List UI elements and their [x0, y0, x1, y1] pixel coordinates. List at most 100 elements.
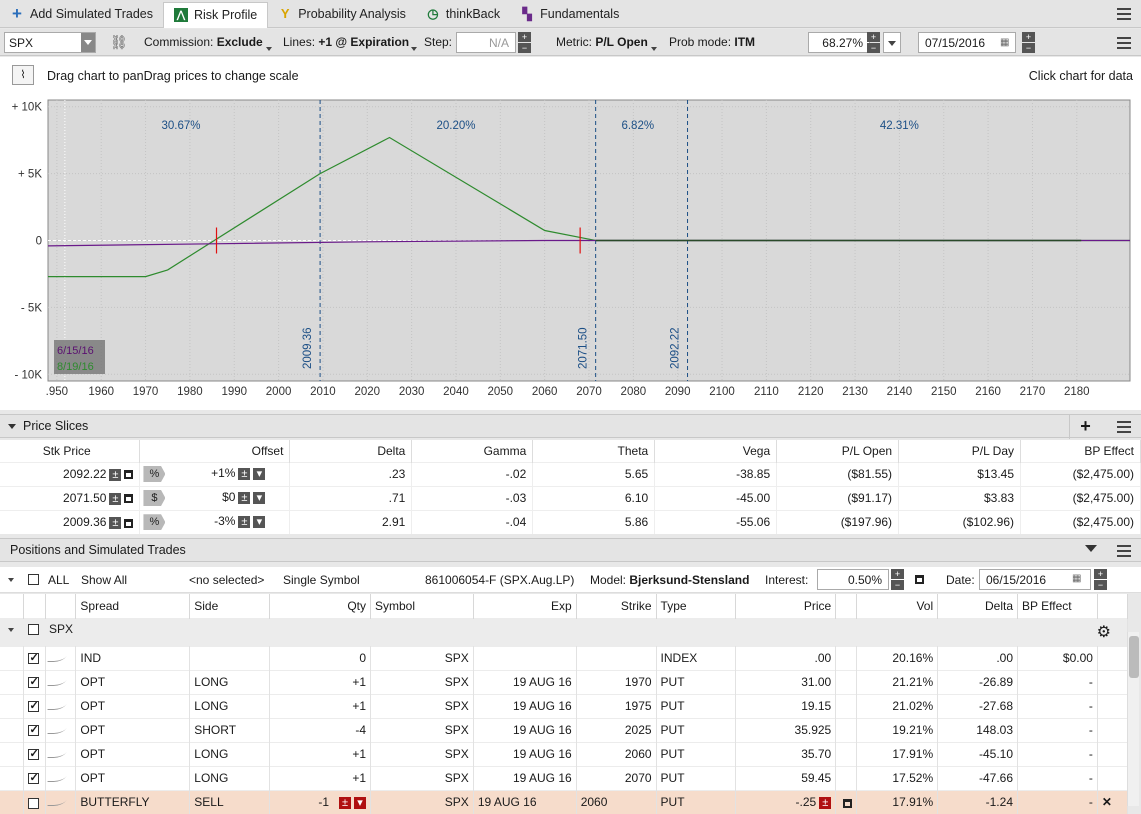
position-row[interactable]: OPTLONG+1SPX19 AUG 161975PUT19.1521.02%-… — [0, 693, 1129, 718]
collapse-icon[interactable] — [1085, 545, 1097, 552]
calendar-icon[interactable]: ▦ — [1000, 37, 1009, 48]
stock-price[interactable]: 2009.36 — [63, 515, 106, 529]
price-cell[interactable]: -.25 ± — [735, 789, 837, 814]
scrollbar-thumb[interactable] — [1129, 636, 1139, 678]
model-setting[interactable]: Model: Bjerksund-Stensland — [590, 573, 749, 587]
column-header[interactable]: Spread — [75, 594, 191, 618]
lock-icon[interactable] — [124, 518, 134, 528]
price-spinner[interactable]: ± — [109, 468, 122, 481]
price-spinner[interactable]: ± — [819, 797, 832, 810]
column-header[interactable]: BP Effect — [1020, 440, 1141, 462]
interest-spinner[interactable]: + − — [891, 569, 904, 590]
lines-setting[interactable]: Lines: +1 @ Expiration — [283, 35, 409, 49]
metric-setting[interactable]: Metric: P/L Open — [556, 35, 648, 49]
column-header[interactable]: Vol — [856, 594, 939, 618]
offset-mode-toggle[interactable]: $ — [143, 490, 166, 506]
column-header[interactable]: Qty — [269, 594, 371, 618]
step-input[interactable]: N/A — [456, 32, 516, 53]
row-checkbox[interactable] — [28, 771, 40, 785]
qty-spinner[interactable]: ± — [339, 797, 351, 810]
positions-header[interactable]: Positions and Simulated Trades — [0, 538, 1141, 562]
group-checkbox[interactable] — [28, 624, 39, 636]
add-slice-icon[interactable]: + — [1069, 415, 1101, 439]
step-spinner[interactable]: + − — [518, 32, 531, 53]
tab-thinkback[interactable]: ◷ thinkBack — [416, 0, 510, 28]
offset-value[interactable]: $0 — [165, 490, 235, 504]
account-selector[interactable]: 861006054-F (SPX.Aug.LP) — [425, 573, 574, 587]
position-row[interactable]: OPTLONG+1SPX19 AUG 162060PUT35.7017.91%-… — [0, 741, 1129, 766]
link-icon[interactable]: ⛓ — [110, 34, 128, 51]
price-spinner[interactable]: ± — [109, 517, 122, 530]
row-checkbox[interactable] — [28, 723, 40, 737]
commission-setting[interactable]: Commission: Exclude — [144, 35, 263, 49]
offset-value[interactable]: +1% — [165, 466, 235, 480]
chevron-down-icon[interactable]: ▾ — [253, 491, 266, 504]
symbol-mode-filter[interactable]: Single Symbol — [283, 573, 360, 587]
row-checkbox[interactable] — [28, 699, 40, 713]
price-slices-menu-icon[interactable] — [1117, 421, 1131, 433]
offset-spinner[interactable]: ± — [238, 491, 251, 504]
lock-icon[interactable] — [915, 575, 924, 584]
chevron-down-icon[interactable] — [81, 33, 95, 52]
prob-mode-setting[interactable]: Prob mode: ITM — [669, 35, 755, 49]
offset-spinner[interactable]: ± — [238, 467, 251, 480]
simulated-trade-row[interactable]: BUTTERFLY SELL -1 ± ▾ SPX 19 AUG 16 2060 PUT -.25… — [0, 789, 1129, 814]
row-checkbox[interactable] — [28, 797, 40, 809]
collapse-icon[interactable] — [8, 627, 14, 632]
offset-mode-toggle[interactable]: % — [143, 514, 166, 531]
calendar-icon[interactable]: ▦ — [1072, 573, 1081, 584]
column-header[interactable]: Offset — [139, 440, 291, 462]
chevron-down-icon[interactable]: ▾ — [354, 797, 366, 810]
show-filter[interactable]: Show All — [81, 573, 127, 587]
offset-spinner[interactable]: ± — [238, 516, 251, 529]
positions-menu-icon[interactable] — [1117, 545, 1131, 557]
row-checkbox[interactable] — [28, 651, 40, 665]
date-spinner[interactable]: + − — [1094, 569, 1107, 590]
menu-icon[interactable] — [1117, 7, 1131, 20]
row-checkbox[interactable] — [28, 747, 40, 761]
risk-profile-svg[interactable]: 2009.36 2071.50 2092.22 30.67% 20.20% 6.82% 42… — [0, 95, 1141, 410]
column-header[interactable]: Delta — [289, 440, 413, 462]
tab-probability-analysis[interactable]: Y Probability Analysis — [268, 0, 416, 28]
position-row[interactable]: OPTSHORT -4 SPX19 AUG 162025PUT 35.925 19.21… — [0, 717, 1129, 742]
column-header[interactable]: Strike — [576, 594, 657, 618]
position-row[interactable]: OPTLONG+1SPX19 AUG 162070PUT59.4517.52%-… — [0, 765, 1129, 790]
interest-input[interactable]: 0.50% — [817, 569, 889, 590]
close-icon[interactable]: ✕ — [1102, 795, 1112, 809]
price-slices-header[interactable]: Price Slices + — [0, 414, 1141, 439]
column-header[interactable]: Theta — [532, 440, 656, 462]
offset-mode-toggle[interactable]: % — [143, 466, 166, 482]
select-all-checkbox[interactable] — [28, 574, 39, 585]
tab-risk-profile[interactable]: ⋀ Risk Profile — [163, 1, 269, 28]
stock-price[interactable]: 2092.22 — [63, 467, 106, 481]
gear-icon[interactable]: ⚙ — [1097, 622, 1111, 642]
symbol-selector[interactable]: SPX — [4, 32, 96, 53]
column-header[interactable]: Symbol — [370, 594, 474, 618]
column-header[interactable]: Side — [189, 594, 271, 618]
price-spinner[interactable]: ± — [109, 492, 122, 505]
date-spinner[interactable]: + − — [1022, 32, 1035, 53]
chart-style-icon[interactable]: ⌇ — [12, 65, 34, 85]
column-header[interactable]: Price — [735, 594, 837, 618]
column-header[interactable]: Vega — [654, 440, 778, 462]
positions-scrollbar[interactable] — [1127, 632, 1139, 806]
lock-icon[interactable] — [124, 494, 134, 504]
column-header[interactable]: Gamma — [411, 440, 534, 462]
qty-cell[interactable]: -1 ± ▾ — [269, 789, 371, 814]
column-header[interactable]: P/L Day — [898, 440, 1021, 462]
column-header[interactable]: P/L Open — [776, 440, 900, 462]
tab-add-simulated-trades[interactable]: + Add Simulated Trades — [0, 0, 163, 28]
offset-value[interactable]: -3% — [165, 514, 235, 528]
selected-filter[interactable]: <no selected> — [189, 573, 264, 587]
position-row[interactable]: OPTLONG+1SPX19 AUG 161970PUT31.0021.21%-… — [0, 669, 1129, 694]
row-checkbox[interactable] — [28, 675, 40, 689]
lock-icon[interactable] — [843, 798, 853, 808]
collapse-icon[interactable] — [8, 423, 16, 429]
tab-fundamentals[interactable]: ▚ Fundamentals — [510, 0, 629, 28]
risk-profile-chart[interactable]: 2009.36 2071.50 2092.22 30.67% 20.20% 6.82% 42… — [0, 95, 1141, 410]
settings-menu-icon[interactable] — [1117, 37, 1131, 49]
position-row[interactable]: IND0SPXINDEX.0020.16%.00$0.00 — [0, 645, 1129, 670]
column-header[interactable]: BP Effect — [1017, 594, 1098, 618]
probability-spinner[interactable]: + − — [867, 32, 880, 53]
group-row[interactable]: SPX ⚙ — [0, 617, 1128, 646]
